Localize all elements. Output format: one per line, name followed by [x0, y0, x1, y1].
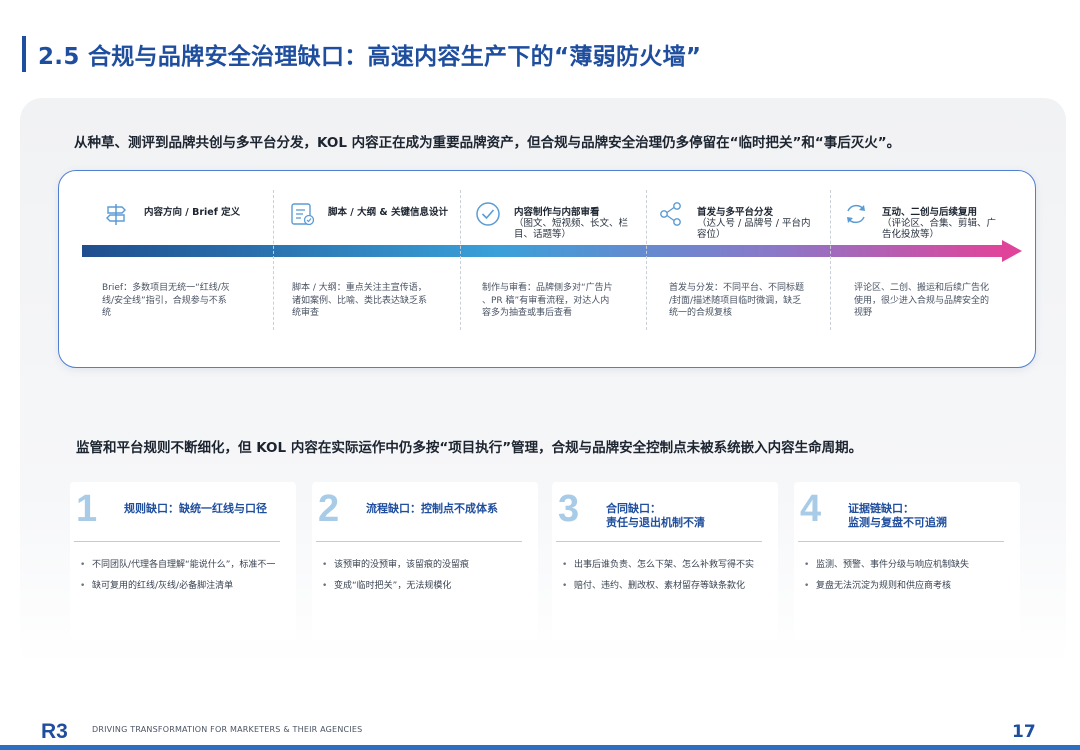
- summary-text: 监管和平台规则不断细化，但 KOL 内容在实际运作中仍多按“项目执行”管理，合规…: [76, 440, 863, 456]
- list-item: 不同团队/代理各自理解“能说什么”，标准不一: [76, 560, 290, 571]
- stage-desc: 首发与分发：不同平台、不同标题 /封面/描述随项目临时微调，缺乏 统一的合规复核: [669, 283, 805, 318]
- checklist-icon: [291, 203, 315, 226]
- gap-card-rules: 1 规则缺口：缺统一红线与口径 不同团队/代理各自理解“能说什么”，标准不一 缺…: [70, 482, 296, 640]
- title-accent-bar: [22, 36, 26, 72]
- gap-number: 2: [318, 488, 340, 530]
- gap-list: 出事后谁负责、怎么下架、怎么补救写得不实 赔付、违约、删改权、素材留存等缺条款化: [558, 560, 772, 602]
- divider: [74, 541, 280, 542]
- divider: [316, 541, 522, 542]
- stage-title: 首发与多平台分发 （达人号 / 品牌号 / 平台内 容位）: [697, 207, 811, 240]
- list-item: 缺可复用的红线/灰线/必备脚注清单: [76, 581, 290, 592]
- gap-list: 该预审的没预审，该留痕的没留痕 变成“临时把关”，无法规模化: [318, 560, 532, 602]
- gap-card-contract: 3 合同缺口： 责任与退出机制不清 出事后谁负责、怎么下架、怎么补救写得不实 赔…: [552, 482, 778, 640]
- signpost-icon: [106, 204, 126, 225]
- footer-tagline: DRIVING TRANSFORMATION FOR MARKETERS & T…: [92, 725, 363, 734]
- stage-script: 脚本 / 大纲 & 关键信息设计 脚本 / 大纲：重点关注主宣传语， 诸如案例、…: [291, 188, 472, 333]
- stage-desc: 制作与审看：品牌侧多对“广告片 、PR 稿”有审看流程，对达人内 容多为抽查或事…: [482, 283, 613, 318]
- stage-brief: 内容方向 / Brief 定义 Brief：多数项目无统一“红线/灰 线/安全线…: [102, 188, 282, 333]
- stage-desc: 脚本 / 大纲：重点关注主宣传语， 诸如案例、比喻、类比表达缺乏系 统审查: [292, 283, 428, 318]
- gap-title: 证据链缺口： 监测与复盘不可追溯: [848, 502, 947, 529]
- stage-title: 脚本 / 大纲 & 关键信息设计: [328, 207, 448, 218]
- stage-interaction: 互动、二创与后续复用 （评论区、合集、剪辑、广 告化投放等） 评论区、二创、搬运…: [842, 188, 1022, 333]
- list-item: 复盘无法沉淀为规则和供应商考核: [800, 581, 1014, 592]
- list-item: 出事后谁负责、怎么下架、怎么补救写得不实: [558, 560, 772, 571]
- page-number: 17: [1012, 722, 1036, 742]
- gap-card-process: 2 流程缺口：控制点不成体系 该预审的没预审，该留痕的没留痕 变成“临时把关”，…: [312, 482, 538, 640]
- gap-number: 1: [76, 488, 98, 530]
- check-circle-icon: [476, 202, 500, 226]
- stage-title: 互动、二创与后续复用 （评论区、合集、剪辑、广 告化投放等）: [882, 207, 997, 240]
- gap-card-evidence: 4 证据链缺口： 监测与复盘不可追溯 监测、预警、事件分级与响应机制缺失 复盘无…: [794, 482, 1020, 640]
- stage-title: 内容制作与内部审看 （图文、短视频、长文、栏 目、话题等）: [514, 207, 629, 240]
- gap-list: 不同团队/代理各自理解“能说什么”，标准不一 缺可复用的红线/灰线/必备脚注清单: [76, 560, 290, 602]
- gap-title: 合同缺口： 责任与退出机制不清: [606, 502, 705, 529]
- stage-desc: 评论区、二创、搬运和后续广告化 使用，很少进入合规与品牌安全的 视野: [854, 283, 990, 318]
- list-item: 该预审的没预审，该留痕的没留痕: [318, 560, 532, 571]
- gap-list: 监测、预警、事件分级与响应机制缺失 复盘无法沉淀为规则和供应商考核: [800, 560, 1014, 602]
- refresh-icon: [847, 204, 865, 224]
- page-title: 2.5 合规与品牌安全治理缺口：高速内容生产下的“薄弱防火墙”: [38, 44, 702, 70]
- list-item: 变成“临时把关”，无法规模化: [318, 581, 532, 592]
- gap-number: 4: [800, 488, 822, 530]
- stage-production: 内容制作与内部审看 （图文、短视频、长文、栏 目、话题等） 制作与审看：品牌侧多…: [474, 188, 654, 333]
- gap-number: 3: [558, 488, 580, 530]
- divider: [798, 541, 1004, 542]
- share-icon: [660, 202, 681, 226]
- intro-text: 从种草、测评到品牌共创与多平台分发，KOL 内容正在成为重要品牌资产，但合规与品…: [74, 135, 901, 151]
- stage-title: 内容方向 / Brief 定义: [144, 207, 241, 218]
- r3-logo: R3: [40, 718, 88, 742]
- stage-desc: Brief：多数项目无统一“红线/灰 线/安全线”指引，合规参与不系 统: [102, 283, 230, 318]
- gap-title: 规则缺口：缺统一红线与口径: [124, 502, 267, 515]
- svg-text:R3: R3: [41, 720, 68, 742]
- gap-title: 流程缺口：控制点不成体系: [366, 502, 498, 515]
- divider: [556, 541, 762, 542]
- list-item: 监测、预警、事件分级与响应机制缺失: [800, 560, 1014, 571]
- stage-distribution: 首发与多平台分发 （达人号 / 品牌号 / 平台内 容位） 首发与分发：不同平台…: [657, 188, 837, 333]
- list-item: 赔付、违约、删改权、素材留存等缺条款化: [558, 581, 772, 592]
- footer-bar: [0, 745, 1080, 750]
